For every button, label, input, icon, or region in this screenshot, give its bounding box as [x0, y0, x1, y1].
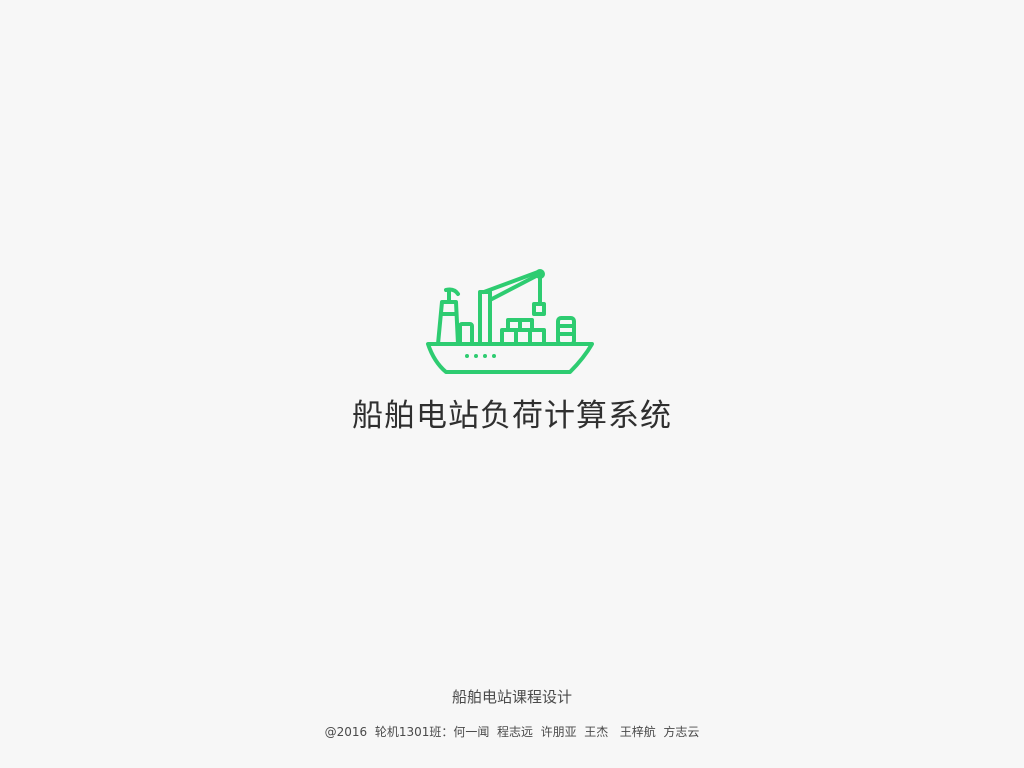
cargo-ship-icon [424, 266, 600, 378]
splash-screen: 船舶电站负荷计算系统 船舶电站课程设计 @2016 轮机1301班：何一闻 程志… [0, 0, 1024, 768]
app-title: 船舶电站负荷计算系统 [352, 398, 672, 434]
course-title: 船舶电站课程设计 [451, 688, 572, 706]
credits-text: @2016 轮机1301班：何一闻 程志远 许朋亚 王杰 王梓航 方志云 [324, 725, 700, 739]
